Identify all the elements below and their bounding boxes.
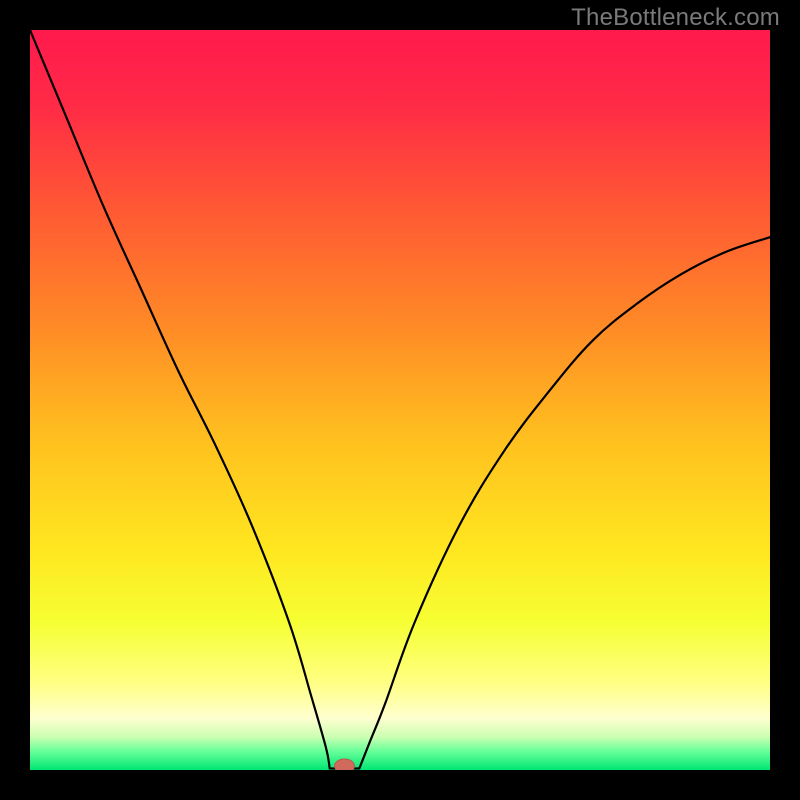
watermark-text: TheBottleneck.com xyxy=(571,4,780,32)
plot-svg xyxy=(30,30,770,770)
bottleneck-plot xyxy=(30,30,770,770)
chart-frame: TheBottleneck.com xyxy=(0,0,800,800)
optimal-point-marker xyxy=(335,759,355,770)
